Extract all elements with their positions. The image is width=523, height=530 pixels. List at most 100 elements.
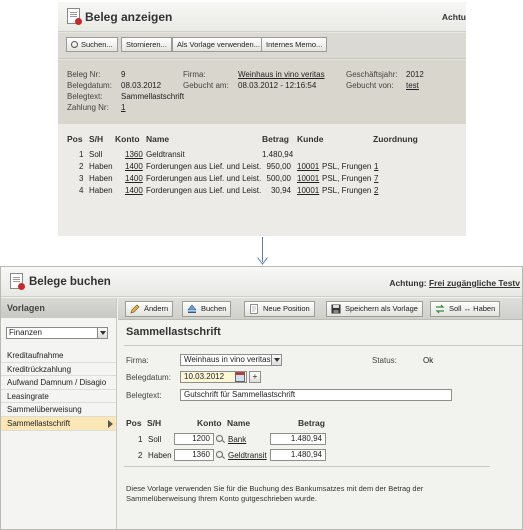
booking-lines-table: Pos S/H Konto Name Betrag Kunde Zuordnun… [58,124,466,236]
table-row-zuordnung-link[interactable]: 2 [374,186,378,195]
firma-label: Firma: [183,70,206,79]
table-row-pos: 1 [138,435,143,444]
warning-label: Achtung: [389,278,427,288]
sidebar-item-kreditaufnahme[interactable]: Kreditaufnahme [1,349,116,363]
sidebar-item-sammellastschrift[interactable]: Sammellastschrift [1,416,116,431]
col-sh: S/H [89,134,104,144]
konto-input[interactable]: 1360 [174,449,214,461]
belegdatum-label: Belegdatum: [126,373,171,382]
firma-select[interactable]: Weinhaus in vino veritas [180,354,282,366]
table-row-zuordnung-link[interactable]: 7 [374,174,378,183]
table-row-name: Forderungen aus Lief. und Leist. [146,162,262,171]
sidebar-item-label: Sammellastschrift [7,418,71,428]
sidebar-item-leasingrate[interactable]: Leasingrate [1,390,116,404]
document-icon [10,273,25,290]
add-day-button[interactable]: + [249,371,261,383]
title-bar: Beleg anzeigen Achtu [58,2,466,32]
template-list: Kreditaufnahme Kreditrückzahlung Aufwand… [1,349,116,431]
col-betrag: Betrag [298,418,325,428]
table-row-zuordnung-link[interactable]: 1 [374,162,378,171]
buchen-button[interactable]: Buchen [182,301,232,317]
zahlung-link[interactable]: 1 [121,103,125,112]
sidebar-item-sammelueberweisung[interactable]: Sammelüberweisung [1,403,116,417]
table-row-kunde: PSL, Frungen [322,174,372,183]
table-row-sh: Haben [89,162,113,171]
col-pos: Pos [67,134,83,144]
table-row-kunde: PSL, Frungen [322,162,372,171]
account-name-link[interactable]: Geldtransit [228,451,267,460]
belegdatum-value: 08.03.2012 [121,81,162,90]
belegdatum-label: Belegdatum: [67,81,112,90]
belegnr-value: 9 [121,70,126,79]
table-row-sh: Soll [148,435,162,444]
use-as-template-button[interactable]: Als Vorlage verwenden... [172,37,265,52]
chevron-down-icon[interactable] [271,355,281,365]
window-title: Belege buchen [29,276,111,288]
divider [124,466,490,467]
new-document-icon [250,304,258,314]
table-row-konto-link[interactable]: 1400 [125,162,143,171]
template-description: Diese Vorlage verwenden Sie für die Buch… [126,484,424,503]
category-select[interactable]: Finanzen [6,327,108,339]
account-name-link[interactable]: Bank [228,435,246,444]
table-row-betrag: 950,00 [266,162,291,171]
warning-text: Achtung: Frei zugängliche Testv [389,278,520,288]
geschaeftsjahr-label: Geschäftsjahr: [346,70,398,79]
col-zuordnung: Zuordnung [373,134,418,144]
gebucht-am-label: Gebucht am: [183,81,229,90]
arrow-right-icon [108,419,113,428]
gebucht-am-value: 08.03.2012 - 12:16:54 [238,81,317,90]
aendern-button[interactable]: Ändern [125,301,174,317]
document-icon [67,8,82,25]
table-row-konto-link[interactable]: 1400 [125,174,143,183]
neue-position-label: Neue Position [263,304,310,313]
table-row-sh: Haben [89,186,113,195]
swap-icon [435,304,445,314]
calendar-icon[interactable] [235,372,245,382]
belegtext-value: Sammellastschrift [121,92,185,101]
title-bar: Belege buchen Achtung: Frei zugängliche … [1,267,522,297]
table-row-konto-link[interactable]: 1400 [125,186,143,195]
search-button[interactable]: Suchen... [66,37,118,52]
table-row-kunde-link[interactable]: 10001 [297,186,319,195]
sidebar-item-kreditrueckzahlung[interactable]: Kreditrückzahlung [1,363,116,377]
table-row-sh: Haben [89,174,113,183]
divider [124,345,522,346]
col-betrag: Betrag [262,134,289,144]
save-as-template-button[interactable]: Speichern als Vorlage [326,301,423,317]
col-sh: S/H [147,418,162,428]
warning-text: Achtu [441,12,466,22]
firma-link[interactable]: Weinhaus in vino veritas [238,70,325,79]
table-row-name: Geldtransit [146,150,185,159]
storno-button[interactable]: Stornieren... [121,37,172,52]
main-toolbar: Ändern Buchen Neue Position Speichern al… [118,298,522,320]
betrag-input[interactable]: 1.480,94 [270,433,326,445]
templates-sidebar: Vorlagen Finanzen Kreditaufnahme Kreditr… [1,298,117,529]
geschaeftsjahr-value: 2012 [406,70,424,79]
firma-label: Firma: [126,356,149,365]
table-row-kunde-link[interactable]: 10001 [297,174,319,183]
swap-soll-haben-button[interactable]: Soll ↔ Haben [430,301,501,317]
col-name: Name [146,134,170,144]
sidebar-header: Vorlagen [1,298,116,318]
col-kunde: Kunde [297,134,324,144]
table-row-konto-link[interactable]: 1360 [125,150,143,159]
eject-icon [187,304,197,313]
window-title: Beleg anzeigen [85,10,173,24]
search-icon[interactable] [216,451,223,458]
table-row-kunde-link[interactable]: 10001 [297,162,319,171]
neue-position-button[interactable]: Neue Position [244,301,315,317]
chevron-down-icon[interactable] [97,328,107,338]
betrag-input[interactable]: 1.480,94 [270,449,326,461]
test-version-link[interactable]: Frei zugängliche Testv [429,278,520,288]
search-icon[interactable] [216,435,223,442]
konto-input[interactable]: 1200 [174,433,214,445]
sidebar-item-aufwand-damnum[interactable]: Aufwand Damnum / Disagio [1,376,116,390]
table-row-sh: Soll [89,150,103,159]
internal-memo-button[interactable]: Internes Memo... [261,37,328,52]
gebucht-von-link[interactable]: test [406,81,419,90]
belege-buchen-window: Belege buchen Achtung: Frei zugängliche … [0,266,523,530]
table-row-betrag: 1.480,94 [262,150,294,159]
arrow-down-icon [257,257,268,265]
belegtext-input[interactable]: Gutschrift für Sammellastschrift [180,389,452,401]
